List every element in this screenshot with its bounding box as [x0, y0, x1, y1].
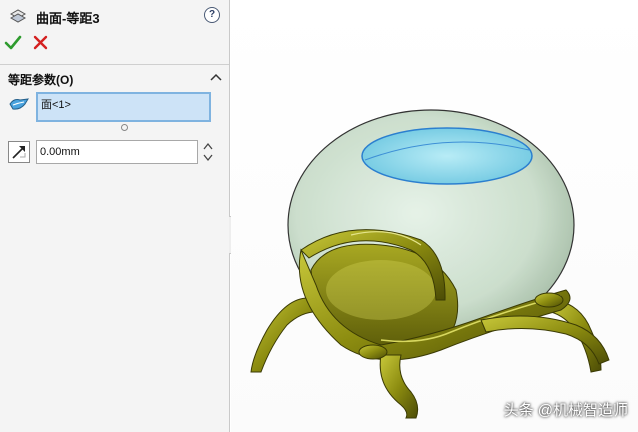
offset-parameters-header[interactable]: 等距参数(O)	[6, 70, 224, 88]
distance-spinner[interactable]	[202, 141, 214, 163]
group-title: 等距参数(O)	[8, 73, 74, 87]
property-manager-panel: 曲面-等距3 ? 等距参数(O) 面<1>	[0, 0, 230, 432]
watermark-text: 头条 @机械智造师	[503, 402, 628, 419]
page-title: 曲面-等距3	[36, 11, 100, 26]
leg-back-left	[250, 297, 322, 373]
leg-front-left	[379, 354, 419, 419]
chair-model-render	[250, 109, 610, 419]
list-resize-handle[interactable]	[121, 124, 128, 131]
divider	[0, 64, 229, 65]
cancel-button[interactable]	[32, 34, 50, 52]
face-selection-icon	[9, 98, 29, 110]
ok-button[interactable]	[4, 34, 22, 52]
face-item[interactable]: 面<1>	[41, 96, 71, 112]
offset-distance-field[interactable]	[36, 140, 198, 164]
graphics-viewport[interactable]: 头条 @机械智造师	[231, 0, 638, 432]
chevron-up-icon[interactable]	[208, 70, 224, 86]
face-selection-box[interactable]: 面<1>	[36, 92, 211, 122]
selected-top-face	[361, 127, 533, 185]
offset-distance-icon	[8, 141, 30, 163]
offset-surface-icon	[9, 9, 27, 23]
help-button[interactable]: ?	[204, 7, 220, 23]
panel-title-row: 曲面-等距3 ?	[6, 6, 224, 26]
